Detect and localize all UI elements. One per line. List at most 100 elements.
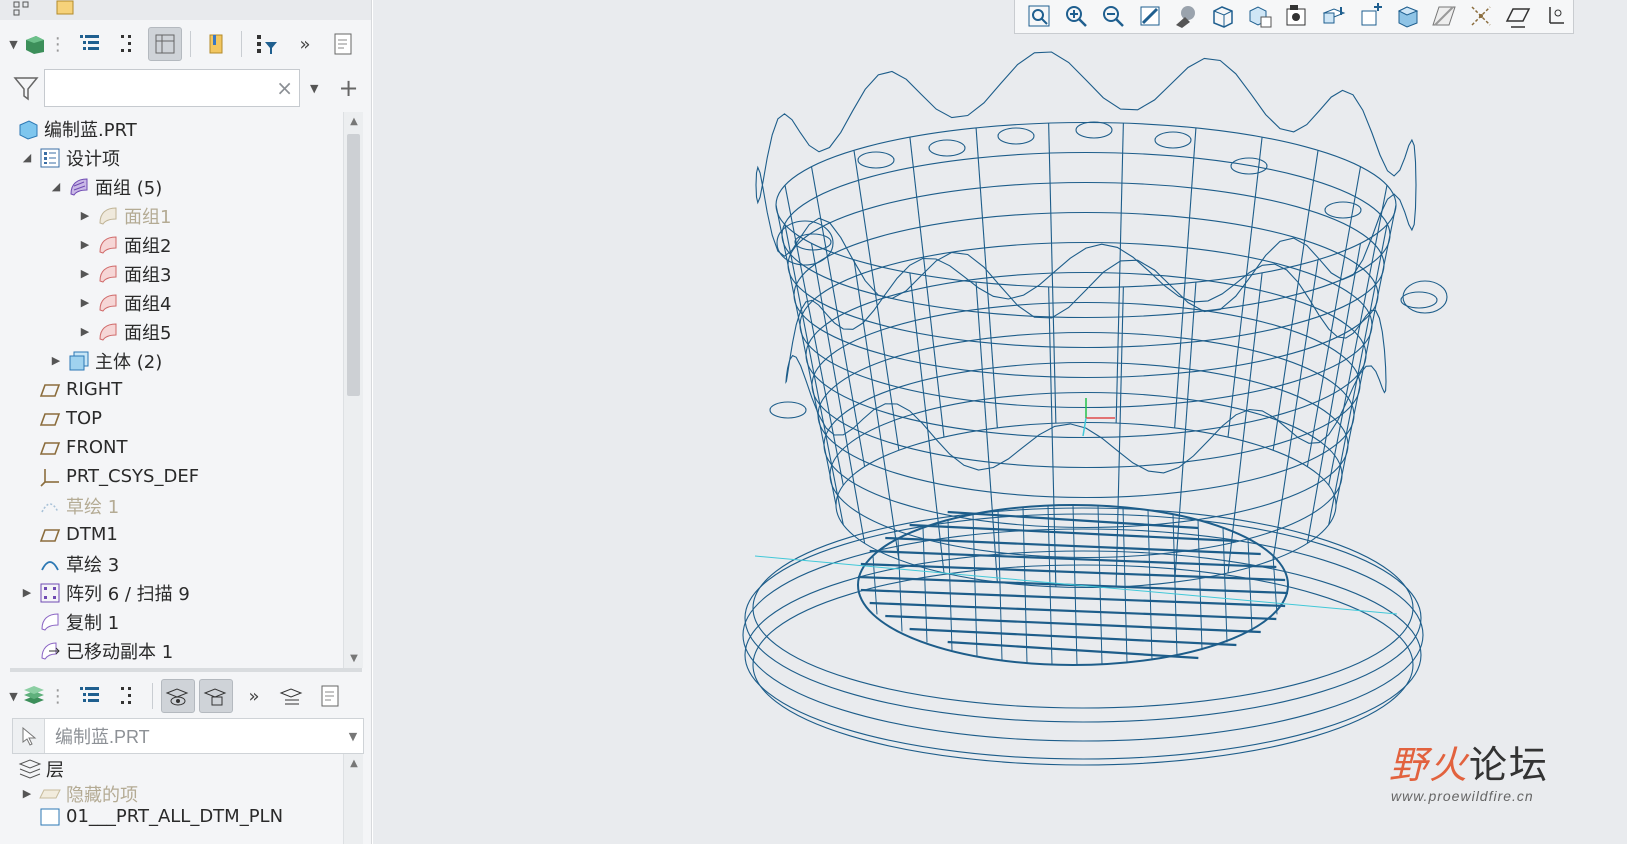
scroll-up-icon[interactable]: ▲ xyxy=(344,116,364,127)
base-ring xyxy=(752,507,1414,709)
point-display-icon xyxy=(1505,8,1531,28)
scrollbar-thumb[interactable] xyxy=(347,134,360,396)
model-tree-scrollbar[interactable]: ▲ ▼ xyxy=(343,112,363,668)
tree-item-right-plane[interactable]: RIGHT xyxy=(34,375,122,404)
chevron-down-icon[interactable]: ▼ xyxy=(343,730,363,743)
tree-item-design-items[interactable]: ◢ 设计项 xyxy=(20,143,120,172)
zoom-in-button[interactable] xyxy=(1058,0,1094,32)
tree-item-quilt-group[interactable]: ◢ 面组 (5) xyxy=(49,172,162,201)
quilt-icon xyxy=(96,262,120,286)
tree-item-sketch-3[interactable]: 草绘 3 xyxy=(34,549,119,578)
tree-item-part[interactable]: 编制蓝.PRT xyxy=(12,114,137,143)
perspective-view-button[interactable] xyxy=(1279,0,1315,32)
tree-item-quilt-5[interactable]: ▶ 面组5 xyxy=(78,317,172,346)
tree-item-copy-1[interactable]: 复制 1 xyxy=(34,607,119,636)
select-pointer-icon[interactable] xyxy=(13,719,45,753)
show-hidden-layers-button[interactable] xyxy=(161,679,195,713)
collapse-all-button[interactable] xyxy=(110,27,144,61)
folder-browser-tab[interactable] xyxy=(52,0,82,20)
collapsed-arrow-icon[interactable]: ▶ xyxy=(78,238,92,251)
layer-expand-all-button[interactable] xyxy=(72,679,106,713)
display-style-button[interactable] xyxy=(1168,0,1204,32)
repaint-button[interactable] xyxy=(1132,0,1168,32)
layer-collapse-all-button[interactable] xyxy=(110,679,144,713)
tree-item-csys[interactable]: PRT_CSYS_DEF xyxy=(34,462,199,491)
filter-funnel-icon[interactable] xyxy=(12,74,40,102)
wire-ring xyxy=(781,151,1391,319)
search-options-dropdown[interactable]: ▼ xyxy=(310,82,318,95)
layer-settings-button[interactable] xyxy=(313,679,347,713)
insert-here-button[interactable] xyxy=(199,27,233,61)
collapsed-arrow-icon[interactable]: ▶ xyxy=(20,787,34,800)
wire-ring xyxy=(775,121,1397,289)
scroll-up-icon[interactable]: ▲ xyxy=(344,758,364,769)
chevron-down-icon: ▼ xyxy=(9,689,18,703)
tree-item-front-plane[interactable]: FRONT xyxy=(34,433,128,462)
tree-item-quilt-1[interactable]: ▶ 面组1 xyxy=(78,201,172,230)
tree-item-quilt-4[interactable]: ▶ 面组4 xyxy=(78,288,172,317)
navigator-panel: ▼ ⋮ » × ▼ + 编制蓝.PRT ◢ 设计项 ◢ 面组 (5) ▶ 面组1… xyxy=(0,0,372,844)
wire-rib xyxy=(909,137,945,438)
tree-item-top-plane[interactable]: TOP xyxy=(34,404,102,433)
tree-columns-icon xyxy=(155,34,175,54)
datum-display-button[interactable] xyxy=(1390,0,1426,32)
tree-search-row: × ▼ + xyxy=(12,68,362,108)
tree-filters-button[interactable] xyxy=(250,27,284,61)
point-display-button[interactable] xyxy=(1500,0,1536,32)
panel-splitter[interactable] xyxy=(10,668,362,672)
sketch-icon xyxy=(38,494,62,518)
add-icon[interactable]: + xyxy=(338,74,358,102)
tree-item-quilt-2[interactable]: ▶ 面组2 xyxy=(78,230,172,259)
tree-item-dtm1[interactable]: DTM1 xyxy=(34,520,118,549)
collapsed-arrow-icon[interactable]: ▶ xyxy=(78,296,92,309)
annotation-display-icon xyxy=(1432,6,1457,26)
collapsed-arrow-icon[interactable]: ▶ xyxy=(78,209,92,222)
tree-item-moved-copy-1[interactable]: 已移动副本 1 xyxy=(34,636,173,665)
expanded-arrow-icon[interactable]: ◢ xyxy=(20,151,34,164)
layer-rules-button[interactable] xyxy=(275,679,309,713)
collapsed-arrow-icon[interactable]: ▶ xyxy=(49,354,63,367)
tree-item-quilt-3[interactable]: ▶ 面组3 xyxy=(78,259,172,288)
graphics-window[interactable]: 野火论坛 www.proewildfire.cn xyxy=(373,0,1627,844)
csys-display-icon xyxy=(1549,7,1564,24)
wireframe-basket-model[interactable] xyxy=(373,0,1627,844)
tree-item-pattern[interactable]: ▶ 阵列 6 / 扫描 9 xyxy=(20,578,190,607)
show-columns-button[interactable] xyxy=(148,27,182,61)
expanded-arrow-icon[interactable]: ◢ xyxy=(49,180,63,193)
layer-properties-button[interactable] xyxy=(199,679,233,713)
layer-tree-scrollbar[interactable]: ▲ xyxy=(343,754,363,844)
scroll-down-icon[interactable]: ▼ xyxy=(344,653,364,664)
collapse-list-icon xyxy=(121,35,131,52)
model-tree-tab[interactable] xyxy=(10,0,40,20)
tree-item-sketch-1[interactable]: 草绘 1 xyxy=(34,491,119,520)
saved-orientations-button[interactable] xyxy=(1205,0,1241,32)
layer-item-dtm-pln[interactable]: 01___PRT_ALL_DTM_PLN xyxy=(34,802,283,831)
layer-more-tools-button[interactable]: » xyxy=(237,679,271,713)
section-button[interactable] xyxy=(1316,0,1352,32)
active-layer-object-select[interactable]: 编制蓝.PRT ▼ xyxy=(12,718,364,754)
refit-button[interactable] xyxy=(1021,0,1057,32)
expand-all-button[interactable] xyxy=(72,27,106,61)
tree-item-bodies[interactable]: ▶ 主体 (2) xyxy=(49,346,162,375)
folder-icon xyxy=(56,0,74,15)
tree-settings-button[interactable] xyxy=(326,27,360,61)
csys-display-button[interactable] xyxy=(1537,0,1573,32)
settings-document-icon xyxy=(321,685,339,707)
collapsed-arrow-icon[interactable]: ▶ xyxy=(20,586,34,599)
annotation-display-button[interactable] xyxy=(1426,0,1462,32)
tree-search-input[interactable] xyxy=(45,70,265,106)
bottom-mesh-strand xyxy=(869,601,1277,621)
bottom-mesh-rib xyxy=(1172,514,1178,656)
wire-rib xyxy=(975,127,998,428)
collapsed-arrow-icon[interactable]: ▶ xyxy=(78,267,92,280)
zoom-out-button[interactable] xyxy=(1095,0,1131,32)
spin-center-button[interactable] xyxy=(1353,0,1389,32)
post-top xyxy=(1075,121,1113,139)
view-manager-button[interactable] xyxy=(1242,0,1278,32)
collapsed-arrow-icon[interactable]: ▶ xyxy=(78,325,92,338)
more-tools-button[interactable]: » xyxy=(288,27,322,61)
clear-search-icon[interactable]: × xyxy=(276,76,293,100)
tree-filter-dropdown[interactable]: ▼ ⋮ xyxy=(8,27,68,61)
layer-filter-dropdown[interactable]: ▼ ⋮ xyxy=(8,679,68,713)
plane-display-button[interactable] xyxy=(1463,0,1499,32)
